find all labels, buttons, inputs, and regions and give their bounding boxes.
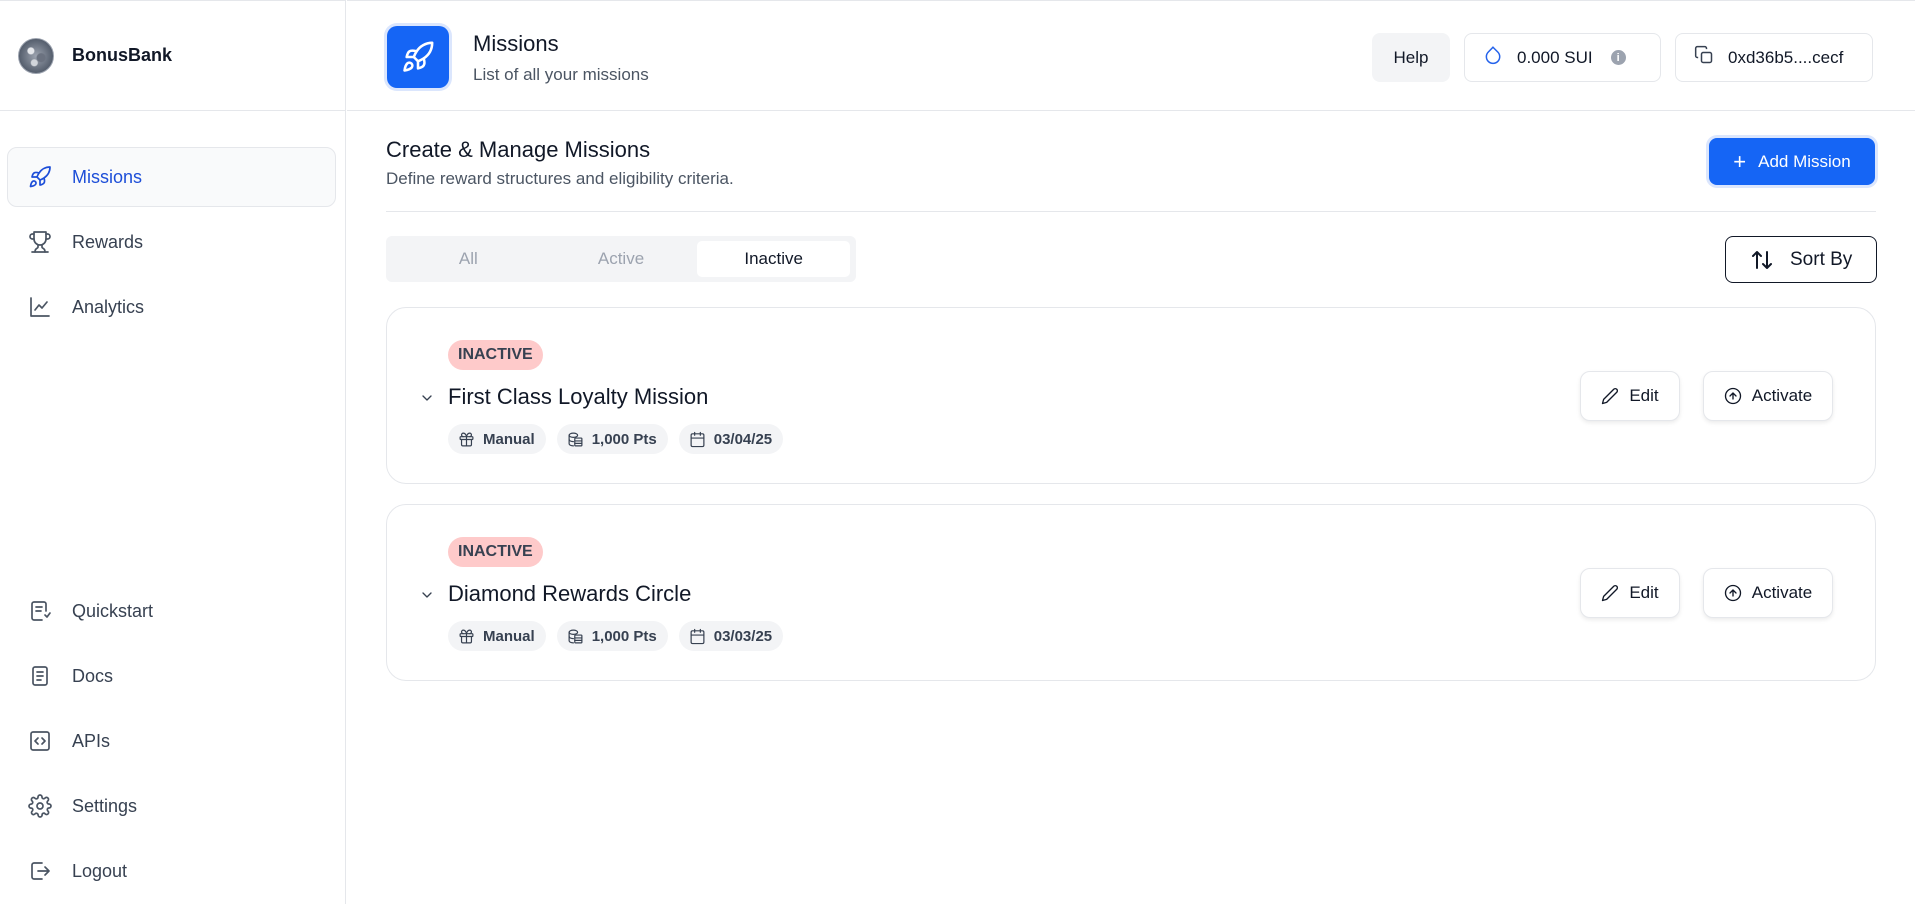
sidebar-item-logout[interactable]: Logout [7, 841, 336, 901]
edit-label: Edit [1629, 386, 1659, 405]
gift-icon [459, 629, 474, 643]
line-chart-icon [28, 295, 52, 319]
sidebar-item-analytics[interactable]: Analytics [7, 277, 336, 337]
mission-points-chip: 1,000 Pts [556, 621, 668, 651]
help-button[interactable]: Help [1372, 33, 1450, 82]
chevron-down-icon[interactable] [419, 587, 435, 603]
status-badge: INACTIVE [448, 340, 543, 370]
sort-by-button[interactable]: Sort By [1725, 236, 1877, 283]
page-header: Missions List of all your missions Help … [347, 0, 1915, 111]
mission-meta: Manual 1,000 Pts 03/03/25 [448, 621, 784, 651]
mission-type: Manual [483, 430, 535, 448]
mission-date-chip: 03/04/25 [678, 424, 784, 454]
tab-active[interactable]: Active [545, 241, 698, 277]
calendar-icon [690, 628, 705, 644]
edit-button[interactable]: Edit [1580, 371, 1680, 421]
copy-icon [1694, 45, 1714, 70]
page-title: Missions [473, 31, 559, 56]
document-icon [28, 664, 52, 688]
mission-card: INACTIVE First Class Loyalty Mission Man… [386, 307, 1876, 484]
trophy-icon [28, 230, 52, 254]
arrow-up-circle-icon [1724, 387, 1741, 405]
sidebar-item-docs[interactable]: Docs [7, 646, 336, 706]
sidebar-item-label: Quickstart [72, 600, 154, 621]
sidebar-item-missions[interactable]: Missions [7, 147, 336, 207]
info-icon[interactable]: i [1610, 50, 1626, 65]
sidebar-item-label: Rewards [72, 231, 144, 252]
activate-button[interactable]: Activate [1703, 371, 1833, 421]
tab-all[interactable]: All [392, 241, 545, 277]
section-divider [386, 211, 1876, 212]
mission-type-chip: Manual [448, 424, 546, 454]
chevron-down-icon[interactable] [419, 390, 435, 406]
brand-avatar [18, 37, 54, 74]
mission-date-chip: 03/03/25 [678, 621, 784, 651]
section-title: Create & Manage Missions [386, 137, 651, 162]
calendar-icon [690, 431, 705, 447]
status-badge: INACTIVE [448, 537, 543, 567]
sort-arrows-icon [1752, 250, 1772, 269]
code-icon [28, 729, 52, 753]
sidebar: BonusBank Missions Rewards Analytics Qui… [0, 0, 346, 904]
sidebar-item-label: APIs [72, 730, 111, 751]
tab-inactive[interactable]: Inactive [697, 241, 851, 277]
activate-label: Activate [1751, 583, 1813, 602]
sidebar-item-label: Logout [72, 860, 128, 881]
edit-label: Edit [1629, 583, 1659, 602]
balance-value: 0.000 SUI [1517, 47, 1593, 67]
wallet-address-button[interactable]: 0xd36b5....cecf [1675, 33, 1873, 82]
sort-by-label: Sort By [1790, 248, 1853, 270]
sidebar-item-label: Settings [72, 795, 138, 816]
plus-icon: + [1733, 148, 1747, 174]
add-mission-label: Add Mission [1758, 151, 1851, 171]
sidebar-item-apis[interactable]: APIs [7, 711, 336, 771]
coins-icon [568, 432, 583, 446]
balance-button[interactable]: 0.000 SUI i [1464, 33, 1661, 82]
logout-icon [28, 859, 52, 883]
mission-points: 1,000 Pts [591, 430, 657, 448]
add-mission-button[interactable]: + Add Mission [1709, 138, 1875, 185]
mission-card: INACTIVE Diamond Rewards Circle Manual 1… [386, 504, 1876, 681]
activate-button[interactable]: Activate [1703, 568, 1833, 618]
sidebar-nav-primary: Missions Rewards Analytics [0, 147, 346, 342]
mission-date: 03/03/25 [713, 627, 773, 645]
arrow-up-circle-icon [1724, 584, 1741, 602]
rocket-icon [387, 26, 449, 88]
sidebar-item-quickstart[interactable]: Quickstart [7, 581, 336, 641]
wallet-address: 0xd36b5....cecf [1728, 47, 1844, 67]
mission-meta: Manual 1,000 Pts 03/04/25 [448, 424, 784, 454]
sidebar-item-settings[interactable]: Settings [7, 776, 336, 836]
mission-title: Diamond Rewards Circle [448, 581, 692, 606]
sidebar-item-label: Analytics [72, 296, 145, 317]
status-tabs: All Active Inactive [386, 236, 856, 282]
mission-type-chip: Manual [448, 621, 546, 651]
droplet-icon [1483, 45, 1503, 70]
mission-date: 03/04/25 [713, 430, 773, 448]
sidebar-item-rewards[interactable]: Rewards [7, 212, 336, 272]
page-subtitle: List of all your missions [473, 65, 649, 84]
mission-type: Manual [483, 627, 535, 645]
sidebar-nav-secondary: Quickstart Docs APIs Settings Logout [0, 581, 346, 904]
mission-points-chip: 1,000 Pts [556, 424, 668, 454]
rocket-icon [28, 165, 52, 189]
edit-button[interactable]: Edit [1580, 568, 1680, 618]
gift-icon [459, 432, 474, 446]
quickstart-icon [28, 599, 52, 623]
mission-points: 1,000 Pts [591, 627, 657, 645]
brand[interactable]: BonusBank [0, 1, 345, 111]
gear-icon [28, 794, 52, 818]
pencil-icon [1602, 388, 1619, 405]
brand-name: BonusBank [72, 45, 173, 65]
pencil-icon [1602, 585, 1619, 602]
section-subtitle: Define reward structures and eligibility… [386, 169, 734, 188]
mission-title: First Class Loyalty Mission [448, 384, 709, 409]
activate-label: Activate [1751, 386, 1813, 405]
coins-icon [568, 629, 583, 643]
sidebar-item-label: Docs [72, 665, 114, 686]
sidebar-item-label: Missions [72, 166, 143, 187]
